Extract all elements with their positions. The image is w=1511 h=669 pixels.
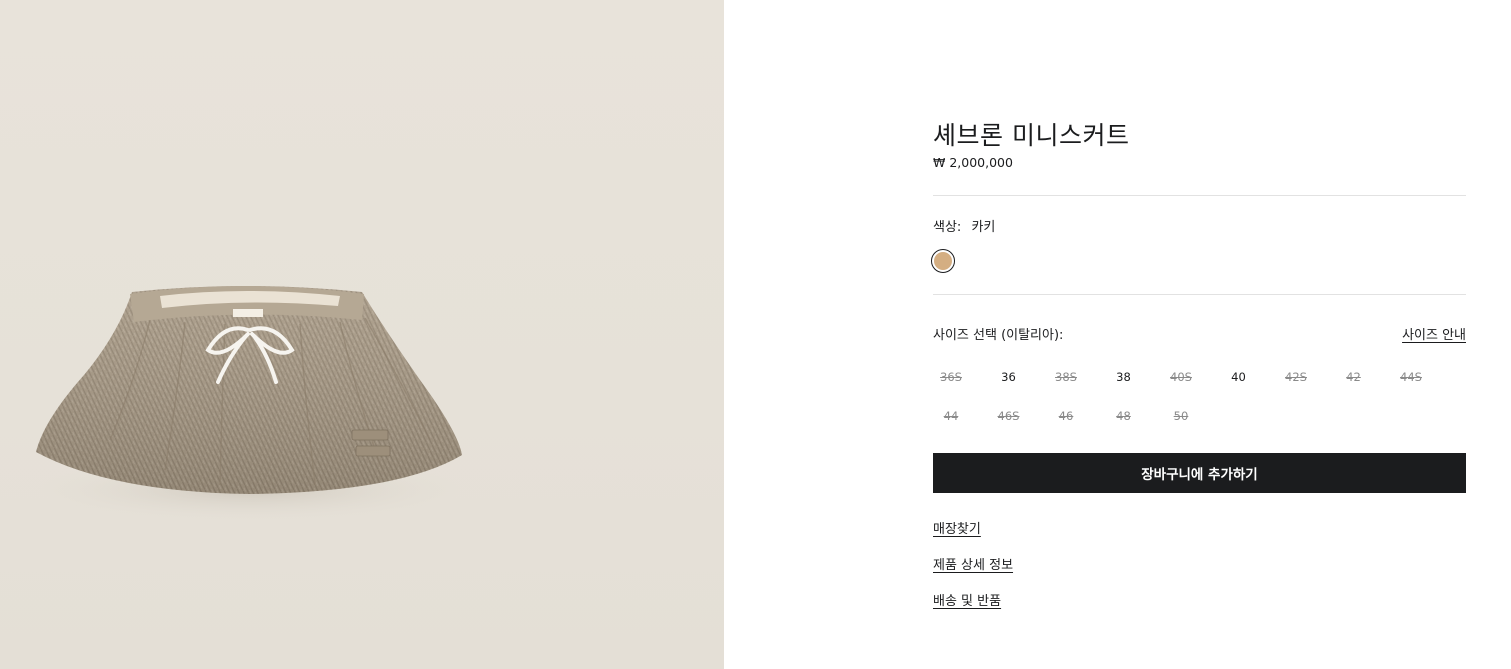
size-option-38s[interactable]: 38S	[1048, 362, 1084, 392]
size-label: 사이즈 선택 (이탈리아):	[933, 328, 1064, 343]
add-to-cart-button[interactable]: 장바구니에 추가하기	[933, 453, 1466, 493]
size-option-46s[interactable]: 46S	[991, 401, 1027, 431]
color-value: 카키	[971, 220, 996, 235]
size-option-50[interactable]: 50	[1163, 401, 1199, 431]
color-swatch-fill	[934, 252, 952, 270]
size-option-40s[interactable]: 40S	[1163, 362, 1199, 392]
size-option-36[interactable]: 36	[991, 362, 1027, 392]
skirt-illustration	[15, 286, 485, 524]
product-details-link[interactable]: 제품 상세 정보	[933, 554, 1013, 573]
color-row: 색상: 카키	[933, 216, 995, 235]
size-option-46[interactable]: 46	[1048, 401, 1084, 431]
size-option-38[interactable]: 38	[1106, 362, 1142, 392]
divider	[933, 294, 1466, 295]
product-price: ₩ 2,000,000	[933, 155, 1013, 170]
color-label: 색상:	[933, 220, 962, 235]
size-header: 사이즈 선택 (이탈리아): 사이즈 안내	[933, 324, 1466, 344]
size-option-36s[interactable]: 36S	[933, 362, 969, 392]
size-option-48[interactable]: 48	[1106, 401, 1142, 431]
shipping-returns-link[interactable]: 배송 및 반품	[933, 590, 1001, 609]
divider	[933, 195, 1466, 196]
size-option-44s[interactable]: 44S	[1393, 362, 1429, 392]
size-option-40[interactable]: 40	[1221, 362, 1257, 392]
product-info-panel: 셰브론 미니스커트 ₩ 2,000,000 색상: 카키 사이즈 선택 (이탈리…	[931, 0, 1466, 669]
size-option-42s[interactable]: 42S	[1278, 362, 1314, 392]
product-image[interactable]	[0, 0, 724, 669]
color-swatch-khaki[interactable]	[931, 249, 955, 273]
size-option-44[interactable]: 44	[933, 401, 969, 431]
product-title: 셰브론 미니스커트	[933, 121, 1130, 150]
size-option-42[interactable]: 42	[1336, 362, 1372, 392]
size-guide-link[interactable]: 사이즈 안내	[1402, 324, 1466, 343]
store-finder-link[interactable]: 매장찾기	[933, 518, 981, 537]
